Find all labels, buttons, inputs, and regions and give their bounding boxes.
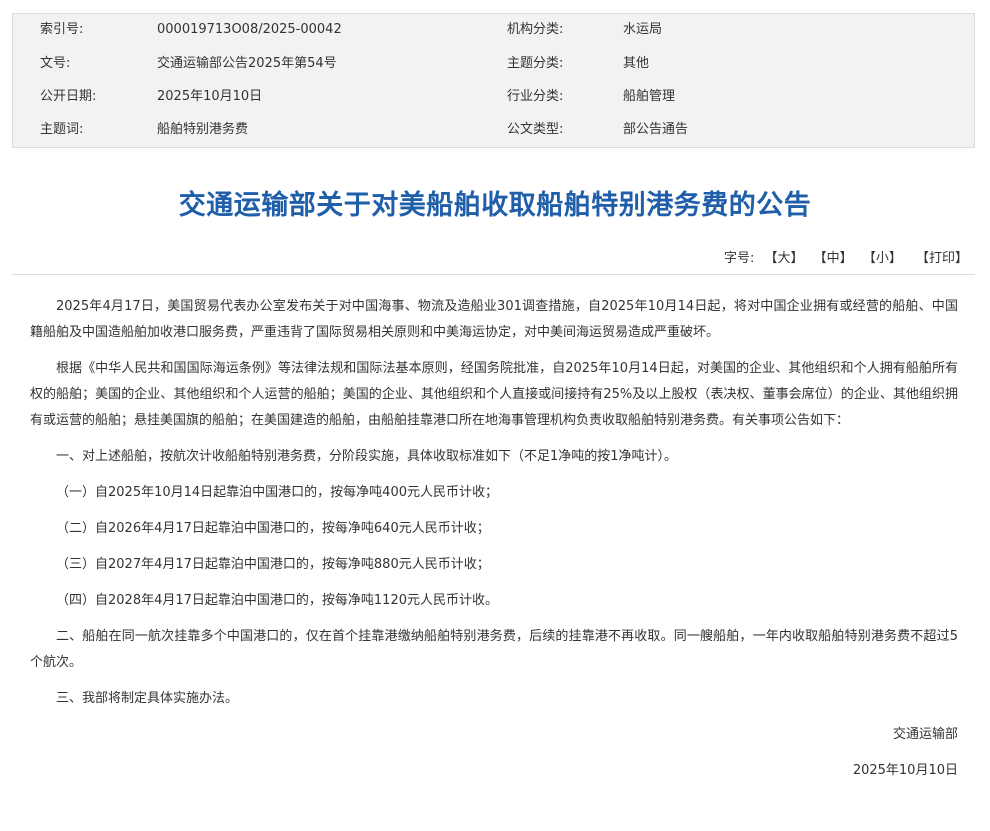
body-paragraph: （一）自2025年10月14日起靠泊中国港口的，按每净吨400元人民币计收；	[56, 485, 498, 500]
signature-organization: 交通运输部	[892, 727, 958, 742]
font-size-toolbar: 字号: 【大】 【中】 【小】 【打印】	[724, 249, 968, 269]
meta-row-doc-number: 文号: 交通运输部公告2025年第54号 主题分类: 其他	[13, 53, 974, 75]
meta-value-topic: 其他	[623, 56, 650, 71]
page-title: 交通运输部关于对美船舶收取船舶特别港务费的公告	[178, 190, 812, 221]
meta-value-keywords: 船舶特别港务费	[157, 122, 249, 137]
body-paragraph: 三、我部将制定具体实施办法。	[56, 691, 239, 706]
meta-label-agency: 机构分类:	[507, 22, 564, 37]
meta-row-index: 索引号: 000019713O08/2025-00042 机构分类: 水运局	[13, 19, 974, 41]
meta-value-date: 2025年10月10日	[157, 89, 263, 104]
meta-label-doc-number: 文号:	[40, 56, 71, 71]
font-size-medium-button[interactable]: 【中】	[814, 249, 853, 269]
body-paragraph: （四）自2028年4月17日起靠泊中国港口的，按每净吨1120元人民币计收。	[56, 593, 498, 608]
meta-value-doc-number: 交通运输部公告2025年第54号	[157, 56, 337, 71]
body-paragraph: 一、对上述船舶，按航次计收船舶特别港务费，分阶段实施，具体收取标准如下（不足1净…	[56, 449, 678, 464]
body-paragraph: 根据《中华人民共和国国际海运条例》等法律法规和国际法基本原则，经国务院批准，自2…	[30, 361, 958, 428]
divider	[12, 274, 975, 275]
body-paragraph: （二）自2026年4月17日起靠泊中国港口的，按每净吨640元人民币计收；	[56, 521, 490, 536]
meta-value-agency: 水运局	[623, 22, 663, 37]
article-body: 2025年4月17日，美国贸易代表办公室发布关于对中国海事、物流及造船业301调…	[30, 294, 958, 784]
meta-label-topic: 主题分类:	[507, 56, 564, 71]
font-size-label: 字号:	[723, 251, 755, 266]
font-size-small-button[interactable]: 【小】	[863, 249, 902, 269]
document-metadata-panel: 索引号: 000019713O08/2025-00042 机构分类: 水运局 文…	[12, 13, 975, 148]
meta-label-date: 公开日期:	[40, 89, 97, 104]
meta-value-industry: 船舶管理	[623, 89, 676, 104]
meta-label-doc-type: 公文类型:	[507, 122, 564, 137]
meta-label-keywords: 主题词:	[40, 122, 84, 137]
print-button[interactable]: 【打印】	[916, 249, 968, 269]
meta-row-date: 公开日期: 2025年10月10日 行业分类: 船舶管理	[13, 86, 974, 108]
meta-value-index: 000019713O08/2025-00042	[157, 22, 342, 37]
body-paragraph: （三）自2027年4月17日起靠泊中国港口的，按每净吨880元人民币计收；	[56, 557, 490, 572]
meta-row-keywords: 主题词: 船舶特别港务费 公文类型: 部公告通告	[13, 119, 974, 141]
body-paragraph: 二、船舶在同一航次挂靠多个中国港口的，仅在首个挂靠港缴纳船舶特别港务费，后续的挂…	[30, 629, 958, 670]
meta-value-doc-type: 部公告通告	[623, 122, 689, 137]
meta-label-index: 索引号:	[40, 22, 84, 37]
meta-label-industry: 行业分类:	[507, 89, 564, 104]
body-paragraph: 2025年4月17日，美国贸易代表办公室发布关于对中国海事、物流及造船业301调…	[30, 299, 958, 340]
font-size-large-button[interactable]: 【大】	[765, 249, 804, 269]
signature-date: 2025年10月10日	[852, 763, 958, 778]
